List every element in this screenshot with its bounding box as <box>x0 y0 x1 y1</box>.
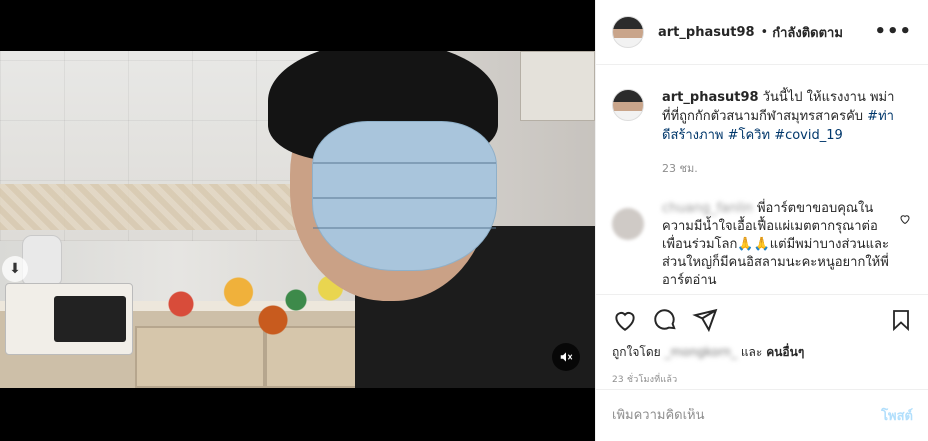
video-frame[interactable]: ⬇ <box>0 51 595 388</box>
microwave <box>5 283 133 355</box>
volume-muted-icon[interactable] <box>552 343 580 371</box>
likes-prefix: ถูกใจโดย <box>612 345 661 359</box>
following-button[interactable]: กำลังติดตาม <box>772 22 843 43</box>
avatar[interactable] <box>612 89 644 121</box>
post-actions: ถูกใจโดย _mongkorn_ และ คนอื่นๆ 23 ชั่วโ… <box>596 294 928 389</box>
caption-username[interactable]: art_phasut98 <box>662 90 759 105</box>
avatar[interactable] <box>612 208 644 240</box>
others-link[interactable]: คนอื่นๆ <box>766 345 804 359</box>
comments-list[interactable]: art_phasut98 วันนี้ไป ให้แรงงาน พม่าที่ท… <box>596 66 928 294</box>
post-caption: art_phasut98 วันนี้ไป ให้แรงงาน พม่าที่ท… <box>612 88 913 178</box>
post-sidebar: art_phasut98 • กำลังติดตาม ••• art_phasu… <box>595 0 928 441</box>
post-media[interactable]: ⬇ <box>0 0 595 441</box>
heart-icon[interactable] <box>899 210 911 229</box>
comment-username[interactable]: chuang_fanlin <box>662 201 753 216</box>
wall-fan <box>520 51 595 121</box>
share-icon[interactable] <box>692 307 718 333</box>
add-comment-bar: โพสต์ <box>596 389 928 441</box>
liker-username[interactable]: _mongkorn_ <box>665 345 737 359</box>
comment-input[interactable] <box>612 408 882 423</box>
arrow-down-icon[interactable]: ⬇ <box>2 256 28 282</box>
face-mask <box>312 121 497 271</box>
more-horizontal-icon[interactable]: ••• <box>874 23 912 41</box>
hashtag-link[interactable]: #โควิท <box>728 128 770 143</box>
kettle <box>22 235 62 285</box>
post-header: art_phasut98 • กำลังติดตาม ••• <box>596 0 928 65</box>
post-timestamp[interactable]: 23 ชั่วโมงที่แล้ว <box>612 372 913 386</box>
header-separator: • <box>760 24 769 40</box>
hashtag-link[interactable]: #covid_19 <box>774 128 843 143</box>
heart-icon[interactable] <box>612 307 638 333</box>
bookmark-icon[interactable] <box>889 307 913 333</box>
likes-conjunction: และ <box>740 345 763 359</box>
avatar[interactable] <box>612 16 644 48</box>
post-comment-button[interactable]: โพสต์ <box>881 405 913 426</box>
comment-icon[interactable] <box>652 307 678 333</box>
likes-summary: ถูกใจโดย _mongkorn_ และ คนอื่นๆ <box>612 343 913 362</box>
header-username[interactable]: art_phasut98 <box>658 25 755 40</box>
comment-item: chuang_fanlin พี่อาร์ตขาขอบคุณในความมีน้… <box>612 200 913 290</box>
caption-timestamp: 23 ชม. <box>662 162 698 175</box>
